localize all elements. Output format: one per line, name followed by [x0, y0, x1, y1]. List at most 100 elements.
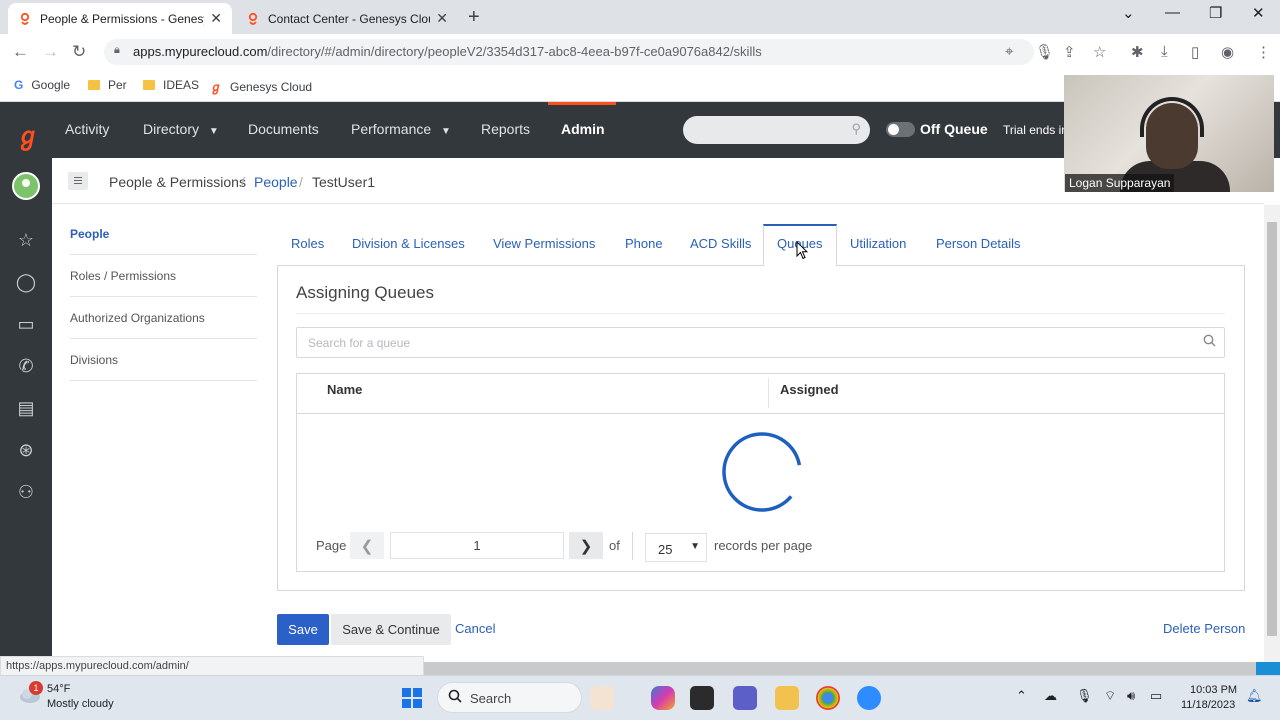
subnav-roles-permissions[interactable]: Roles / Permissions [70, 269, 257, 283]
next-page-button[interactable]: ❯ [569, 532, 603, 559]
genesys-logo-icon[interactable]: ℊ [16, 116, 40, 151]
copilot-icon[interactable] [651, 686, 675, 710]
volume-icon[interactable]: 🔊︎ [1127, 688, 1135, 704]
tab-division-licenses[interactable]: Division & Licenses [352, 236, 465, 251]
genesys-favicon-icon [18, 12, 32, 26]
task-view-icon[interactable] [690, 686, 714, 710]
divider [632, 532, 633, 560]
video-icon[interactable]: ▭ [14, 314, 38, 338]
phone-icon[interactable]: ✆ [14, 356, 38, 380]
tab-person-details[interactable]: Person Details [936, 236, 1021, 251]
forward-icon[interactable]: → [42, 42, 59, 62]
queue-search-input[interactable] [296, 327, 1225, 358]
nav-reports[interactable]: Reports [481, 121, 530, 137]
horizontal-scrollbar[interactable] [424, 662, 1256, 675]
nav-documents[interactable]: Documents [248, 121, 319, 137]
close-window-icon[interactable]: ✕ [1252, 4, 1265, 22]
battery-icon[interactable]: ▭ [1150, 688, 1162, 704]
tab-search-chevron-icon[interactable]: ⌄ [1122, 4, 1135, 22]
previous-page-button[interactable]: ❮ [350, 532, 384, 559]
reload-icon[interactable]: ↻ [72, 42, 86, 62]
close-tab-icon[interactable]: ✕ [210, 10, 222, 27]
genesys-favicon-icon [246, 12, 260, 26]
file-explorer-icon[interactable] [775, 686, 799, 710]
user-avatar[interactable] [12, 172, 40, 200]
tab-phone[interactable]: Phone [625, 236, 663, 251]
browser-tab-active[interactable]: People & Permissions - Genesys ✕ [8, 3, 232, 34]
nav-performance[interactable]: Performance ▼ [351, 121, 451, 137]
lifebuoy-icon[interactable]: ⊛ [14, 440, 38, 464]
star-icon[interactable]: ☆ [14, 230, 38, 254]
notification-bell-icon[interactable]: 🔔︎ [1246, 688, 1263, 704]
tab-roles[interactable]: Roles [291, 236, 324, 251]
taskbar-search-box[interactable]: Search [437, 682, 582, 713]
address-host: apps.mypurecloud.com [133, 44, 268, 59]
share-icon[interactable]: ⇪ [1063, 43, 1076, 61]
bookmark-star-icon[interactable]: ☆ [1093, 43, 1106, 61]
global-search-input[interactable]: ⚲ [683, 116, 870, 144]
teams-chat-icon[interactable] [733, 686, 757, 710]
weather-description[interactable]: Mostly cloudy [47, 698, 114, 710]
subnav-people[interactable]: People [70, 227, 257, 241]
zoom-icon[interactable] [857, 686, 881, 710]
extensions-icon[interactable]: ✱ [1131, 43, 1144, 61]
minimize-icon[interactable]: — [1165, 4, 1180, 21]
clock-date[interactable]: 11/18/2023 [1181, 699, 1235, 711]
pagination-of-label: of [609, 538, 620, 553]
tab-acd-skills[interactable]: ACD Skills [690, 236, 751, 251]
wifi-icon[interactable]: ⌔ [1104, 688, 1116, 704]
side-panel-icon[interactable]: ▯ [1191, 43, 1199, 61]
bookmark-per[interactable]: Per [88, 78, 127, 92]
tab-view-permissions[interactable]: View Permissions [493, 236, 595, 251]
search-highlight-icon[interactable] [590, 686, 614, 710]
onedrive-cloud-icon[interactable]: ☁︎ [1044, 688, 1057, 704]
contacts-icon[interactable]: ⚇ [14, 482, 38, 506]
records-per-page-select[interactable]: 25 ▼ [645, 533, 707, 562]
microphone-icon[interactable]: 🎙︎ [1035, 43, 1054, 61]
inbox-icon[interactable]: ▤ [14, 398, 38, 422]
windows-start-icon[interactable] [402, 688, 422, 708]
close-tab-icon[interactable]: ✕ [436, 10, 448, 27]
hamburger-menu-icon[interactable] [68, 172, 88, 190]
subnav-divisions[interactable]: Divisions [70, 353, 257, 367]
chat-icon[interactable]: ◯ [14, 272, 38, 296]
browser-tab[interactable]: Contact Center - Genesys Cloud ✕ [236, 3, 458, 34]
download-icon[interactable]: ⤓ [1161, 43, 1168, 60]
nav-activity[interactable]: Activity [65, 121, 109, 137]
weather-temperature[interactable]: 54°F [47, 683, 70, 695]
address-bar[interactable]: 🔒︎ apps.mypurecloud.com/directory/#/admi… [104, 39, 1034, 65]
chevron-down-icon: ▼ [441, 126, 451, 137]
nav-admin[interactable]: Admin [561, 121, 605, 137]
tab-utilization[interactable]: Utilization [850, 236, 906, 251]
nav-directory[interactable]: Directory ▼ [143, 121, 219, 137]
taskbar-search-label: Search [470, 691, 512, 706]
column-divider [768, 378, 769, 408]
chevron-up-icon[interactable]: ⌃ [1016, 688, 1027, 704]
cancel-link[interactable]: Cancel [455, 621, 495, 636]
queue-toggle[interactable] [886, 122, 915, 137]
profile-avatar-icon[interactable]: ◉ [1221, 43, 1234, 61]
genesys-favicon-icon: ℊ [210, 80, 223, 94]
vertical-scrollbar-thumb[interactable] [1267, 222, 1277, 636]
subnav-authorized-organizations[interactable]: Authorized Organizations [70, 311, 257, 325]
microphone-icon[interactable]: 🎙︎ [1076, 688, 1093, 704]
breadcrumb-people-link[interactable]: People [254, 174, 298, 190]
clock-time[interactable]: 10:03 PM [1190, 684, 1237, 696]
new-tab-icon[interactable]: + [468, 6, 480, 29]
save-continue-button[interactable]: Save & Continue [331, 614, 451, 645]
back-icon[interactable]: ← [12, 42, 29, 62]
bookmark-genesys[interactable]: ℊ Genesys Cloud [210, 78, 312, 95]
bookmark-ideas[interactable]: IDEAS [143, 78, 199, 92]
browser-menu-icon[interactable]: ⋮ [1256, 43, 1271, 61]
chrome-icon[interactable] [816, 686, 840, 710]
save-button[interactable]: Save [277, 614, 329, 645]
maximize-icon[interactable]: ❐ [1209, 4, 1222, 22]
column-header-name[interactable]: Name [327, 382, 362, 397]
page-number-input[interactable] [390, 532, 564, 559]
weather-badge: 1 [29, 681, 43, 695]
column-header-assigned[interactable]: Assigned [780, 382, 839, 397]
lock-icon: 🔒︎ [114, 44, 120, 56]
bookmark-google[interactable]: G Google [14, 78, 70, 92]
delete-person-link[interactable]: Delete Person [1163, 621, 1245, 636]
location-icon[interactable]: ⌖ [1005, 43, 1013, 60]
